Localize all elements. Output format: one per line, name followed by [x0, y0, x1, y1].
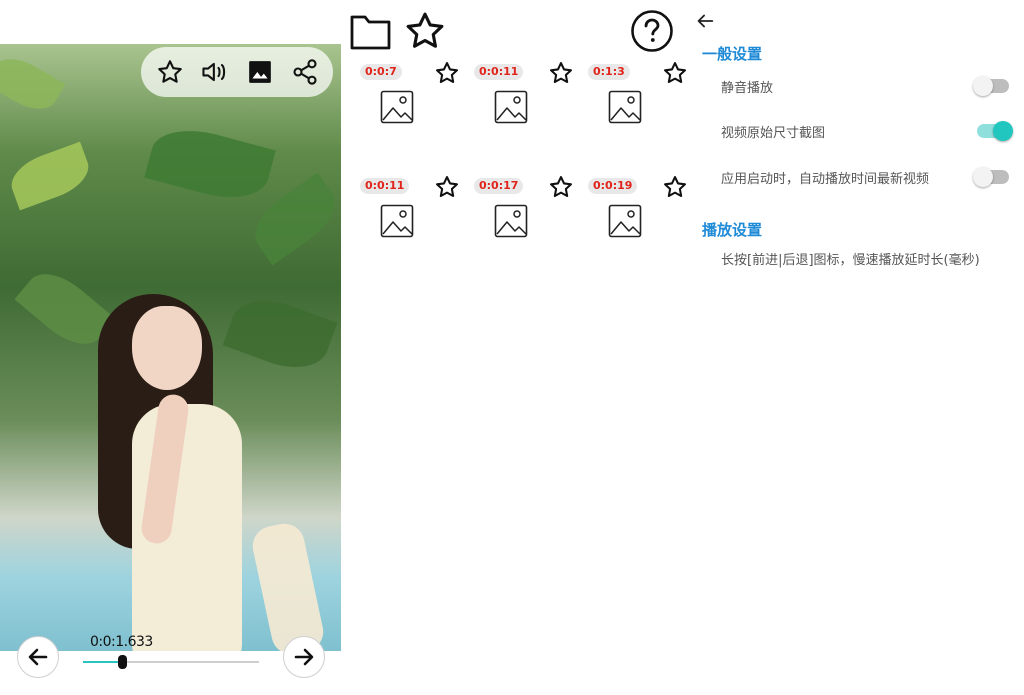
clip-item[interactable]: 0:0:7 — [350, 60, 464, 140]
playback-settings-title: 播放设置 — [702, 221, 763, 239]
clip-time-badge: 0:0:19 — [588, 178, 638, 194]
mute-playback-label: 静音播放 — [721, 81, 774, 96]
mute-playback-toggle[interactable] — [973, 76, 1009, 96]
settings-pane: 一般设置 静音播放 视频原始尺寸截图 应用启动时，自动播放时间最新视频 播放设置… — [690, 0, 1024, 695]
general-settings-title: 一般设置 — [702, 45, 763, 63]
star-icon[interactable] — [662, 60, 688, 86]
arrow-left-icon — [28, 648, 48, 666]
clip-time-badge: 0:0:11 — [360, 178, 410, 194]
foliage — [144, 119, 276, 209]
autoplay-latest-toggle[interactable] — [973, 167, 1009, 187]
image-placeholder-icon[interactable] — [380, 204, 414, 238]
star-icon[interactable] — [153, 55, 187, 89]
toggle-knob — [973, 76, 993, 96]
clip-time-badge: 0:0:11 — [474, 64, 524, 80]
video-pane: 0:0:1.633 — [0, 0, 341, 695]
star-icon[interactable] — [548, 60, 574, 86]
clip-time-badge: 0:1:3 — [588, 64, 630, 80]
arrow-right-icon — [294, 648, 314, 666]
playback-controls: 0:0:1.633 — [0, 632, 341, 695]
person-face — [132, 306, 202, 390]
toggle-knob — [973, 167, 993, 187]
clip-item[interactable]: 0:1:3 — [578, 60, 692, 140]
volume-icon[interactable] — [198, 55, 232, 89]
foliage — [222, 288, 338, 380]
image-placeholder-icon[interactable] — [494, 90, 528, 124]
long-press-delay-setting[interactable]: 长按[前进|后退]图标，慢速播放延时长(毫秒) — [721, 249, 980, 268]
foliage — [0, 49, 66, 119]
video-frame[interactable] — [0, 44, 341, 651]
seek-slider[interactable] — [83, 655, 259, 669]
foliage — [4, 141, 96, 211]
clip-item[interactable]: 0:0:17 — [464, 174, 578, 254]
toggle-knob — [993, 121, 1013, 141]
star-icon[interactable] — [434, 60, 460, 86]
help-icon[interactable] — [630, 9, 674, 53]
original-size-screenshot-label: 视频原始尺寸截图 — [721, 126, 826, 141]
clips-pane: 0:0:7 0:0:11 0:1:3 0:0:11 0:0:17 0:0:19 — [341, 0, 690, 695]
seek-slider-fill — [83, 661, 122, 663]
image-placeholder-icon[interactable] — [494, 204, 528, 238]
clip-item[interactable]: 0:0:11 — [464, 60, 578, 140]
clip-item[interactable]: 0:0:19 — [578, 174, 692, 254]
back-button[interactable] — [694, 10, 716, 32]
image-placeholder-icon[interactable] — [608, 90, 642, 124]
clip-item[interactable]: 0:0:11 — [350, 174, 464, 254]
autoplay-latest-label: 应用启动时，自动播放时间最新视频 — [721, 172, 930, 187]
image-placeholder-icon[interactable] — [380, 90, 414, 124]
next-button[interactable] — [283, 636, 325, 678]
current-time-label: 0:0:1.633 — [90, 634, 153, 650]
original-size-screenshot-toggle[interactable] — [977, 121, 1013, 141]
favorites-star-icon[interactable] — [402, 8, 448, 54]
video-toolbar — [141, 47, 333, 97]
share-icon[interactable] — [288, 55, 322, 89]
star-icon[interactable] — [662, 174, 688, 200]
previous-button[interactable] — [17, 636, 59, 678]
arrow-back-icon — [697, 14, 714, 28]
image-icon[interactable] — [243, 55, 277, 89]
folder-icon[interactable] — [349, 9, 393, 53]
star-icon[interactable] — [548, 174, 574, 200]
star-icon[interactable] — [434, 174, 460, 200]
image-placeholder-icon[interactable] — [608, 204, 642, 238]
clip-time-badge: 0:0:17 — [474, 178, 524, 194]
clip-time-badge: 0:0:7 — [360, 64, 402, 80]
seek-slider-thumb[interactable] — [117, 655, 127, 669]
